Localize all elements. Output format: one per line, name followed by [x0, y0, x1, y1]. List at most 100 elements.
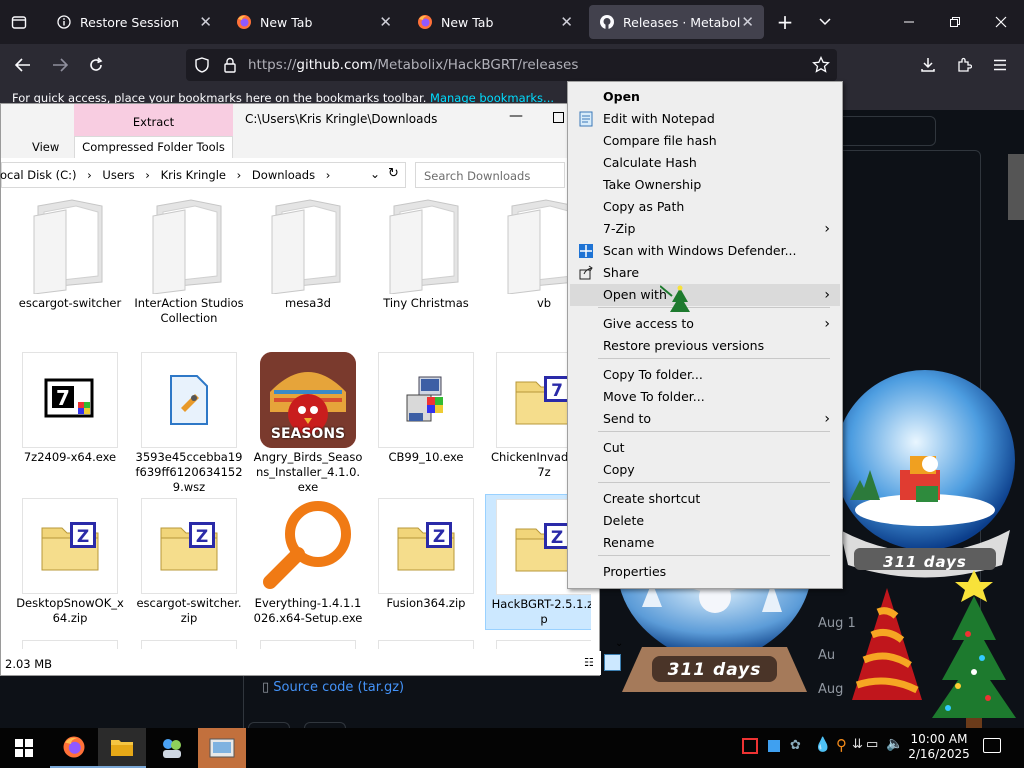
chevron-right-icon[interactable]: ›	[145, 168, 150, 182]
source-code-link[interactable]: Source code (tar.gz)	[273, 680, 404, 695]
clock[interactable]: 10:00 AM 2/16/2025	[906, 732, 972, 762]
file-item[interactable]: 7 7z2409-x64.exe	[11, 348, 129, 465]
maximize-icon[interactable]	[553, 112, 564, 123]
file-item[interactable]: escargot-switcher	[11, 194, 129, 311]
menu-item-send-to[interactable]: Send to ›	[570, 408, 840, 430]
tab-compressed-folder-tools[interactable]: Compressed Folder Tools	[74, 140, 233, 154]
update-tray-icon[interactable]: ⇊	[852, 737, 863, 752]
menu-item-restore-previous-versions[interactable]: Restore previous versions	[570, 335, 840, 357]
menu-item-open-with[interactable]: Open with ›	[570, 284, 840, 306]
breadcrumb-item[interactable]: Kris Kringle	[161, 168, 226, 182]
menu-item-take-ownership[interactable]: Take Ownership	[570, 174, 840, 196]
tab-restore-session[interactable]: Restore Session ✕	[46, 5, 222, 39]
file-item[interactable]	[485, 640, 591, 649]
minimize-icon[interactable]: —	[509, 108, 523, 124]
defender-tray-icon[interactable]	[742, 738, 758, 754]
close-icon[interactable]: ✕	[741, 13, 754, 31]
menu-item-rename[interactable]: Rename	[570, 532, 840, 554]
file-item[interactable]	[367, 640, 485, 649]
close-icon[interactable]: ✕	[379, 13, 392, 31]
downloads-icon[interactable]	[915, 53, 941, 77]
menu-item-share[interactable]: Share	[570, 262, 840, 284]
menu-item-move-to-folder[interactable]: Move To folder...	[570, 386, 840, 408]
people-app-taskbar-icon[interactable]	[148, 728, 196, 768]
menu-item-scan-with-windows-defender[interactable]: Scan with Windows Defender...	[570, 240, 840, 262]
tab-new-tab-1[interactable]: New Tab ✕	[226, 5, 402, 39]
tray-blue-icon[interactable]	[768, 740, 780, 752]
file-explorer-taskbar-icon[interactable]	[98, 728, 146, 768]
file-item[interactable]: InterAction Studios Collection	[130, 194, 248, 326]
file-item[interactable]: CB99_10.exe	[367, 348, 485, 465]
chevron-down-icon[interactable]: ⌄	[370, 167, 380, 181]
list-tabs-icon[interactable]	[812, 10, 838, 34]
tab-overview-icon[interactable]	[6, 10, 32, 34]
menu-item-copy-as-path[interactable]: Copy as Path	[570, 196, 840, 218]
file-item[interactable]: Z DesktopSnowOK_x64.zip	[11, 494, 129, 626]
asset-row-source-targz[interactable]: ▯ Source code (tar.gz)	[262, 680, 404, 695]
menu-item-properties[interactable]: Properties	[570, 561, 840, 583]
menu-icon[interactable]	[987, 53, 1013, 77]
firefox-taskbar-icon[interactable]	[50, 728, 98, 768]
search-input[interactable]: Search Downloads	[415, 162, 565, 188]
menu-item-copy[interactable]: Copy	[570, 459, 840, 481]
back-icon[interactable]	[10, 53, 36, 77]
chevron-right-icon[interactable]: ›	[326, 168, 331, 182]
breadcrumb-item[interactable]: Downloads	[252, 168, 315, 182]
volume-tray-icon[interactable]: 🔈	[886, 736, 903, 752]
menu-item-7-zip[interactable]: 7-Zip ›	[570, 218, 840, 240]
shield-icon[interactable]	[194, 57, 210, 76]
close-window-icon[interactable]	[988, 10, 1014, 34]
file-item[interactable]	[130, 640, 248, 649]
breadcrumb-item[interactable]: Users	[102, 168, 134, 182]
breadcrumb-item[interactable]: ocal Disk (C:)	[0, 168, 77, 182]
file-item[interactable]	[11, 640, 129, 649]
menu-item-give-access-to[interactable]: Give access to ›	[570, 313, 840, 335]
details-view-icon[interactable]: ☷	[584, 656, 594, 669]
snow-globe-widget-countdown[interactable]: 311 days	[830, 360, 1020, 590]
notifications-icon[interactable]	[983, 738, 1001, 753]
restore-icon[interactable]	[942, 10, 968, 34]
tab-releases[interactable]: Releases · Metabolix/H ✕	[589, 5, 764, 39]
file-item[interactable]: mesa3d	[249, 194, 367, 311]
file-item[interactable]: Everything-1.4.1.1026.x64-Setup.exe	[249, 494, 367, 626]
close-icon[interactable]: ✕	[199, 13, 212, 31]
menu-item-delete[interactable]: Delete	[570, 510, 840, 532]
bookmark-star-icon[interactable]	[812, 55, 830, 77]
menu-item-create-shortcut[interactable]: Create shortcut	[570, 488, 840, 510]
url-text[interactable]: https://github.com/Metabolix/HackBGRT/re…	[248, 57, 578, 73]
close-icon[interactable]: ✕	[560, 13, 573, 31]
file-item[interactable]: Zescargot-switcher.zip	[130, 494, 248, 626]
menu-item-open[interactable]: Open	[570, 86, 840, 108]
everything-tray-icon[interactable]: ⚲	[836, 736, 847, 754]
tab-extract[interactable]: Extract	[74, 115, 233, 129]
image-viewer-taskbar-icon[interactable]	[198, 728, 246, 768]
refresh-icon[interactable]: ↻	[388, 166, 399, 181]
url-bar[interactable]: https://github.com/Metabolix/HackBGRT/re…	[186, 49, 837, 81]
address-bar[interactable]: ocal Disk (C:) › Users › Kris Kringle › …	[0, 162, 406, 188]
file-item[interactable]: Z Fusion364.zip	[367, 494, 485, 611]
chevron-right-icon[interactable]: ›	[237, 168, 242, 182]
file-item[interactable]	[249, 640, 367, 649]
menu-item-compare-file-hash[interactable]: Compare file hash	[570, 130, 840, 152]
reload-icon[interactable]	[83, 53, 109, 77]
windows-start-icon[interactable]	[0, 728, 48, 768]
menu-item-calculate-hash[interactable]: Calculate Hash	[570, 152, 840, 174]
network-tray-icon[interactable]: ▭	[866, 737, 878, 752]
menu-item-cut[interactable]: Cut	[570, 437, 840, 459]
minimize-icon[interactable]	[896, 10, 922, 34]
new-tab-icon[interactable]: +	[772, 10, 798, 34]
chevron-right-icon[interactable]: ›	[87, 168, 92, 182]
menu-item-copy-to-folder[interactable]: Copy To folder...	[570, 364, 840, 386]
menu-item-edit-with-notepad[interactable]: Edit with Notepad	[570, 108, 840, 130]
lock-icon[interactable]	[223, 57, 237, 76]
tab-view[interactable]: View	[32, 140, 59, 154]
people-tray-icon[interactable]: ✿	[790, 738, 801, 753]
extensions-icon[interactable]	[951, 53, 977, 77]
file-item[interactable]: SEASONS Angry_Birds_Seasons_Installer_4.1…	[249, 348, 367, 495]
file-item[interactable]: 3593e45ccebba19f639ff61206341529.wsz	[130, 348, 248, 495]
tab-new-tab-2[interactable]: New Tab ✕	[407, 5, 583, 39]
scrollbar-thumb[interactable]	[1008, 154, 1024, 220]
file-item[interactable]: Tiny Christmas	[367, 194, 485, 311]
forward-icon[interactable]	[47, 53, 73, 77]
drop-tray-icon[interactable]: 💧	[814, 737, 831, 753]
